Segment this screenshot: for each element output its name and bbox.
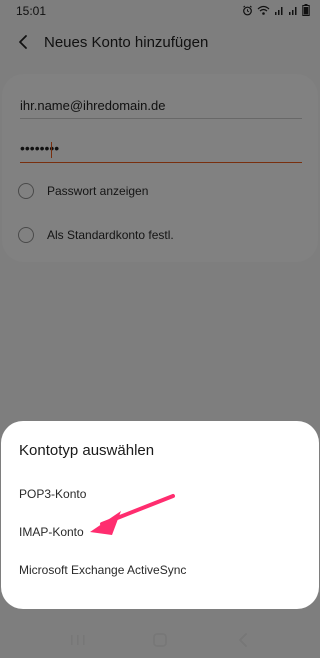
- back-icon[interactable]: [231, 630, 255, 650]
- recents-icon[interactable]: [66, 630, 90, 650]
- system-nav-bar: [0, 622, 320, 658]
- home-icon[interactable]: [148, 630, 172, 650]
- exchange-activesync-option[interactable]: Microsoft Exchange ActiveSync: [19, 563, 301, 589]
- pop3-account-option[interactable]: POP3-Konto: [19, 487, 301, 513]
- sheet-title: Kontotyp auswählen: [19, 442, 155, 459]
- account-type-sheet: Kontotyp auswählen POP3-Konto IMAP-Konto…: [1, 421, 319, 609]
- imap-account-option[interactable]: IMAP-Konto: [19, 525, 301, 551]
